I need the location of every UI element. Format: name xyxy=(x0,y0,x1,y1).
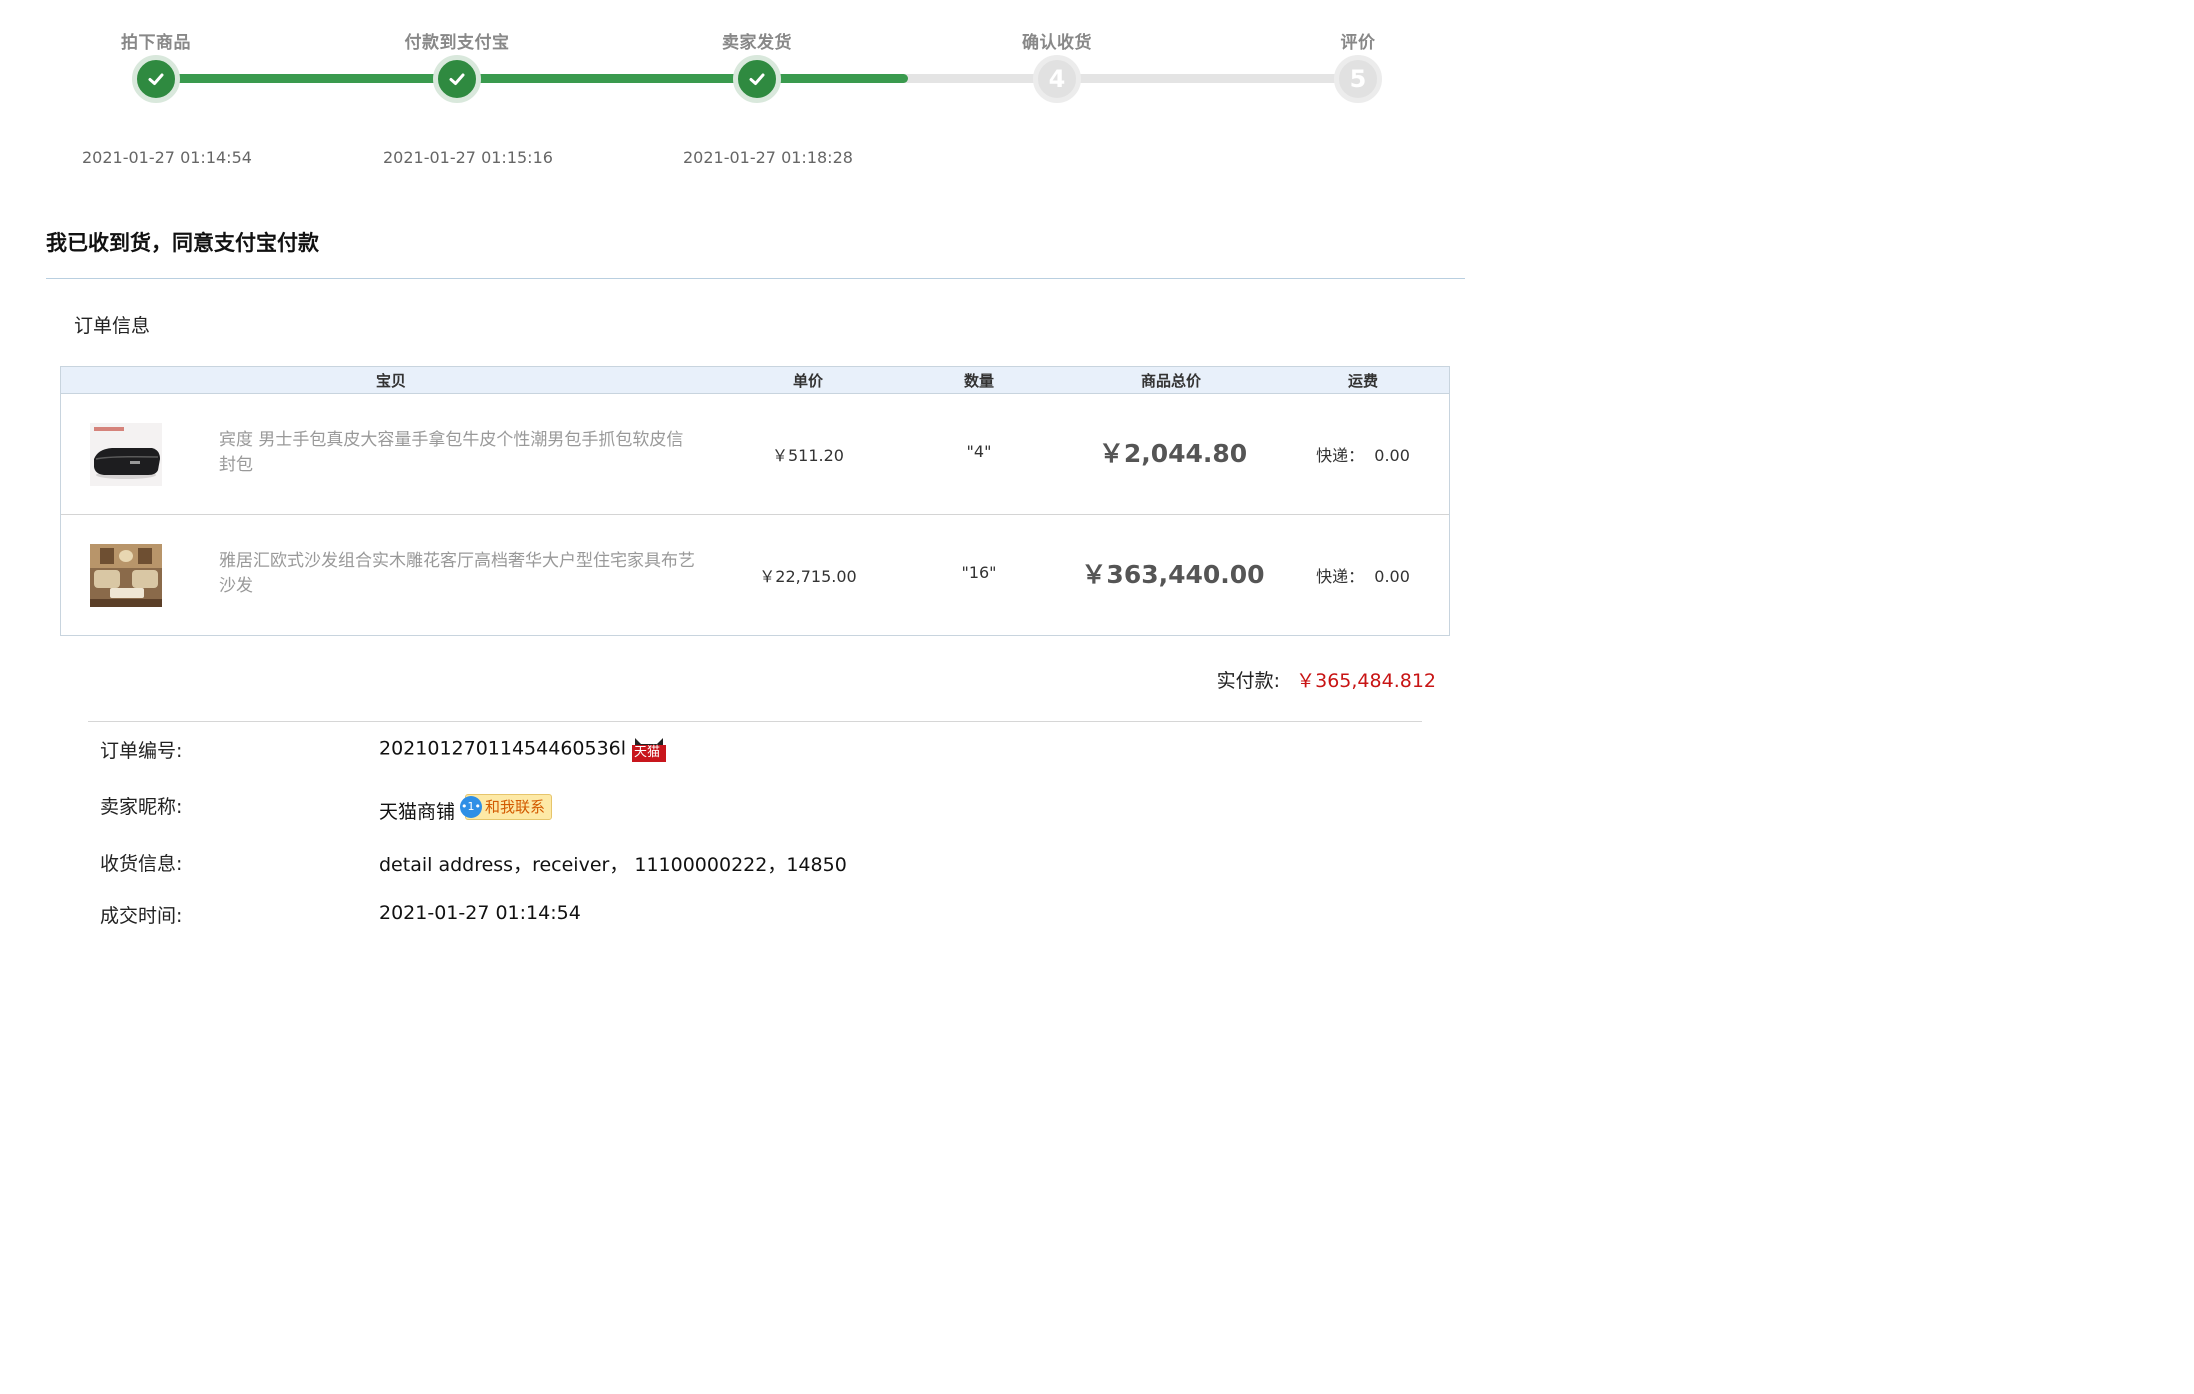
divider xyxy=(46,278,1465,279)
seller-nickname[interactable]: 天猫商铺 xyxy=(379,801,455,823)
step-label: 确认收货 xyxy=(1022,33,1092,53)
seller-nickname-value: 天猫商铺 •1• 和我联系 xyxy=(379,793,553,826)
actual-payment-amount: ￥365,484.812 xyxy=(1296,670,1436,692)
tmall-cat-icon: 天猫 xyxy=(632,736,667,762)
order-number-label: 订单编号: xyxy=(100,740,183,762)
column-header-unit-price: 单价 xyxy=(792,372,824,390)
order-info-title: 订单信息 xyxy=(74,315,151,337)
column-header-shipping: 运费 xyxy=(1347,372,1379,390)
order-items-table: 宝贝 单价 数量 商品总价 运费 宾度 男士手包真皮大容量手拿包牛皮个性潮男包手… xyxy=(60,366,1450,636)
check-icon xyxy=(733,55,781,103)
product-name-link[interactable]: 雅居汇欧式沙发组合实木雕花客厅高档奢华大户型住宅家具布艺沙发 xyxy=(219,549,699,599)
unit-price: ￥22,715.00 xyxy=(759,567,857,586)
contact-seller-button[interactable]: •1• 和我联系 xyxy=(460,793,553,820)
step-label: 付款到支付宝 xyxy=(404,33,510,53)
order-number-value: 20210127011454460536l 天猫 xyxy=(379,736,667,762)
shipping-info-value: detail address，receiver， 11100000222，148… xyxy=(379,854,847,876)
table-row: 宾度 男士手包真皮大容量手拿包牛皮个性潮男包手抓包软皮信封包 ￥511.20 "… xyxy=(61,394,1449,514)
deal-time-label: 成交时间: xyxy=(100,905,183,927)
column-header-quantity: 数量 xyxy=(963,372,995,390)
step-label: 卖家发货 xyxy=(722,33,792,53)
deal-time-value: 2021-01-27 01:14:54 xyxy=(379,902,581,924)
actual-payment: 实付款: ￥365,484.812 xyxy=(1217,666,1436,693)
shipping-info-label: 收货信息: xyxy=(100,853,183,875)
quantity: "4" xyxy=(966,442,992,461)
order-progress: 拍下商品 2021-01-27 01:14:54 付款到支付宝 2021-01-… xyxy=(0,0,1542,180)
check-icon xyxy=(433,55,481,103)
order-number: 20210127011454460536l xyxy=(379,737,627,760)
divider xyxy=(88,721,1422,722)
check-icon xyxy=(132,55,180,103)
step-label: 评价 xyxy=(1340,33,1376,53)
step-label: 拍下商品 xyxy=(121,33,191,53)
step-time: 2021-01-27 01:14:54 xyxy=(82,148,252,167)
seller-nickname-label: 卖家昵称: xyxy=(100,796,183,818)
progress-track-completed xyxy=(156,74,908,83)
clutch-bag-photo[interactable] xyxy=(90,423,162,486)
tmall-badge-text: 天猫 xyxy=(634,745,661,760)
item-total-price: ￥363,440.00 xyxy=(1081,560,1265,589)
shipping-fee: 快递： 0.00 xyxy=(1316,567,1410,586)
sofa-set-photo[interactable] xyxy=(90,544,162,607)
actual-payment-label: 实付款: xyxy=(1216,670,1281,692)
page-headline: 我已收到货，同意支付宝付款 xyxy=(46,231,319,255)
table-header: 宝贝 单价 数量 商品总价 运费 xyxy=(61,367,1449,394)
step-time: 2021-01-27 01:15:16 xyxy=(383,148,553,167)
shipping-fee: 快递： 0.00 xyxy=(1316,446,1410,465)
unit-price: ￥511.20 xyxy=(772,446,844,465)
chat-bubble-icon: •1• xyxy=(460,795,483,818)
column-header-item: 宝贝 xyxy=(375,372,407,390)
contact-seller-label: 和我联系 xyxy=(485,798,546,816)
table-row: 雅居汇欧式沙发组合实木雕花客厅高档奢华大户型住宅家具布艺沙发 ￥22,715.0… xyxy=(61,514,1449,635)
item-total-price: ￥2,044.80 xyxy=(1098,439,1248,468)
column-header-total: 商品总价 xyxy=(1140,372,1202,390)
quantity: "16" xyxy=(961,563,997,582)
step-time: 2021-01-27 01:18:28 xyxy=(683,148,853,167)
step-number: 4 xyxy=(1033,55,1081,103)
step-number: 5 xyxy=(1334,55,1382,103)
product-name-link[interactable]: 宾度 男士手包真皮大容量手拿包牛皮个性潮男包手抓包软皮信封包 xyxy=(219,428,699,478)
